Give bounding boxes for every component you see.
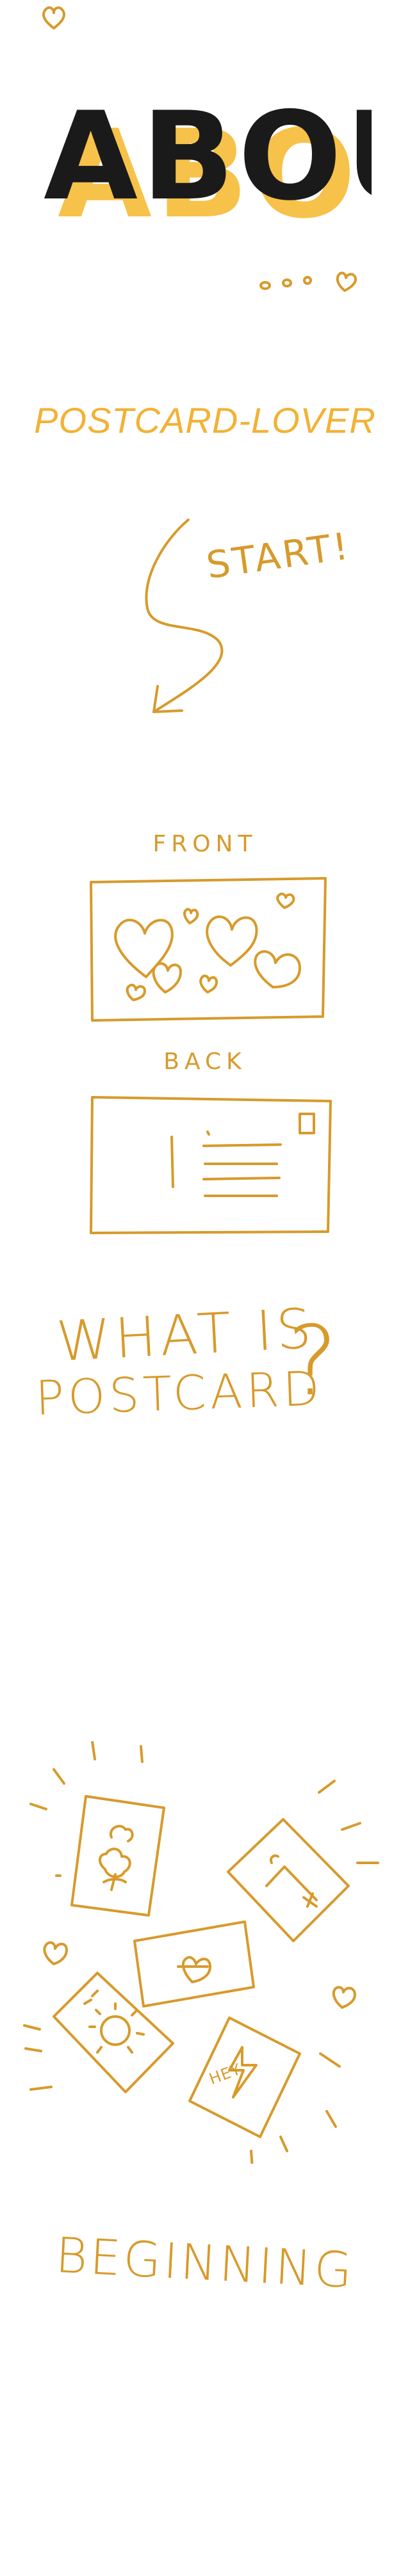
heart-icon <box>43 1941 68 1965</box>
page-title: ABOUT ABOUT <box>38 70 372 237</box>
heart-icon <box>254 950 301 988</box>
heart-icon <box>152 962 182 994</box>
postcard-back <box>90 1096 332 1234</box>
back-label: BACK <box>163 1049 247 1075</box>
beginning-label: BEGINNING <box>54 2226 356 2299</box>
stamp-box <box>299 1113 315 1134</box>
heart-icon <box>199 974 218 994</box>
front-label: FRONT <box>152 831 258 857</box>
scattered-postcards-illustration <box>23 1741 379 2164</box>
postcard-front <box>90 877 327 1022</box>
question-mark: ? <box>287 1306 338 1417</box>
heart-icon <box>276 892 295 909</box>
heart-icon <box>206 915 258 967</box>
heart-icon <box>183 908 199 924</box>
dots-accent-icon <box>259 271 357 292</box>
page-title-text: ABOUT <box>44 86 372 227</box>
subtitle-postcard-lover: POSTCARD-LOVER <box>34 400 376 440</box>
heart-doodle-icon <box>42 6 65 29</box>
heart-icon <box>114 919 174 978</box>
heart-icon <box>332 1986 356 2009</box>
heart-icon <box>126 983 146 1001</box>
